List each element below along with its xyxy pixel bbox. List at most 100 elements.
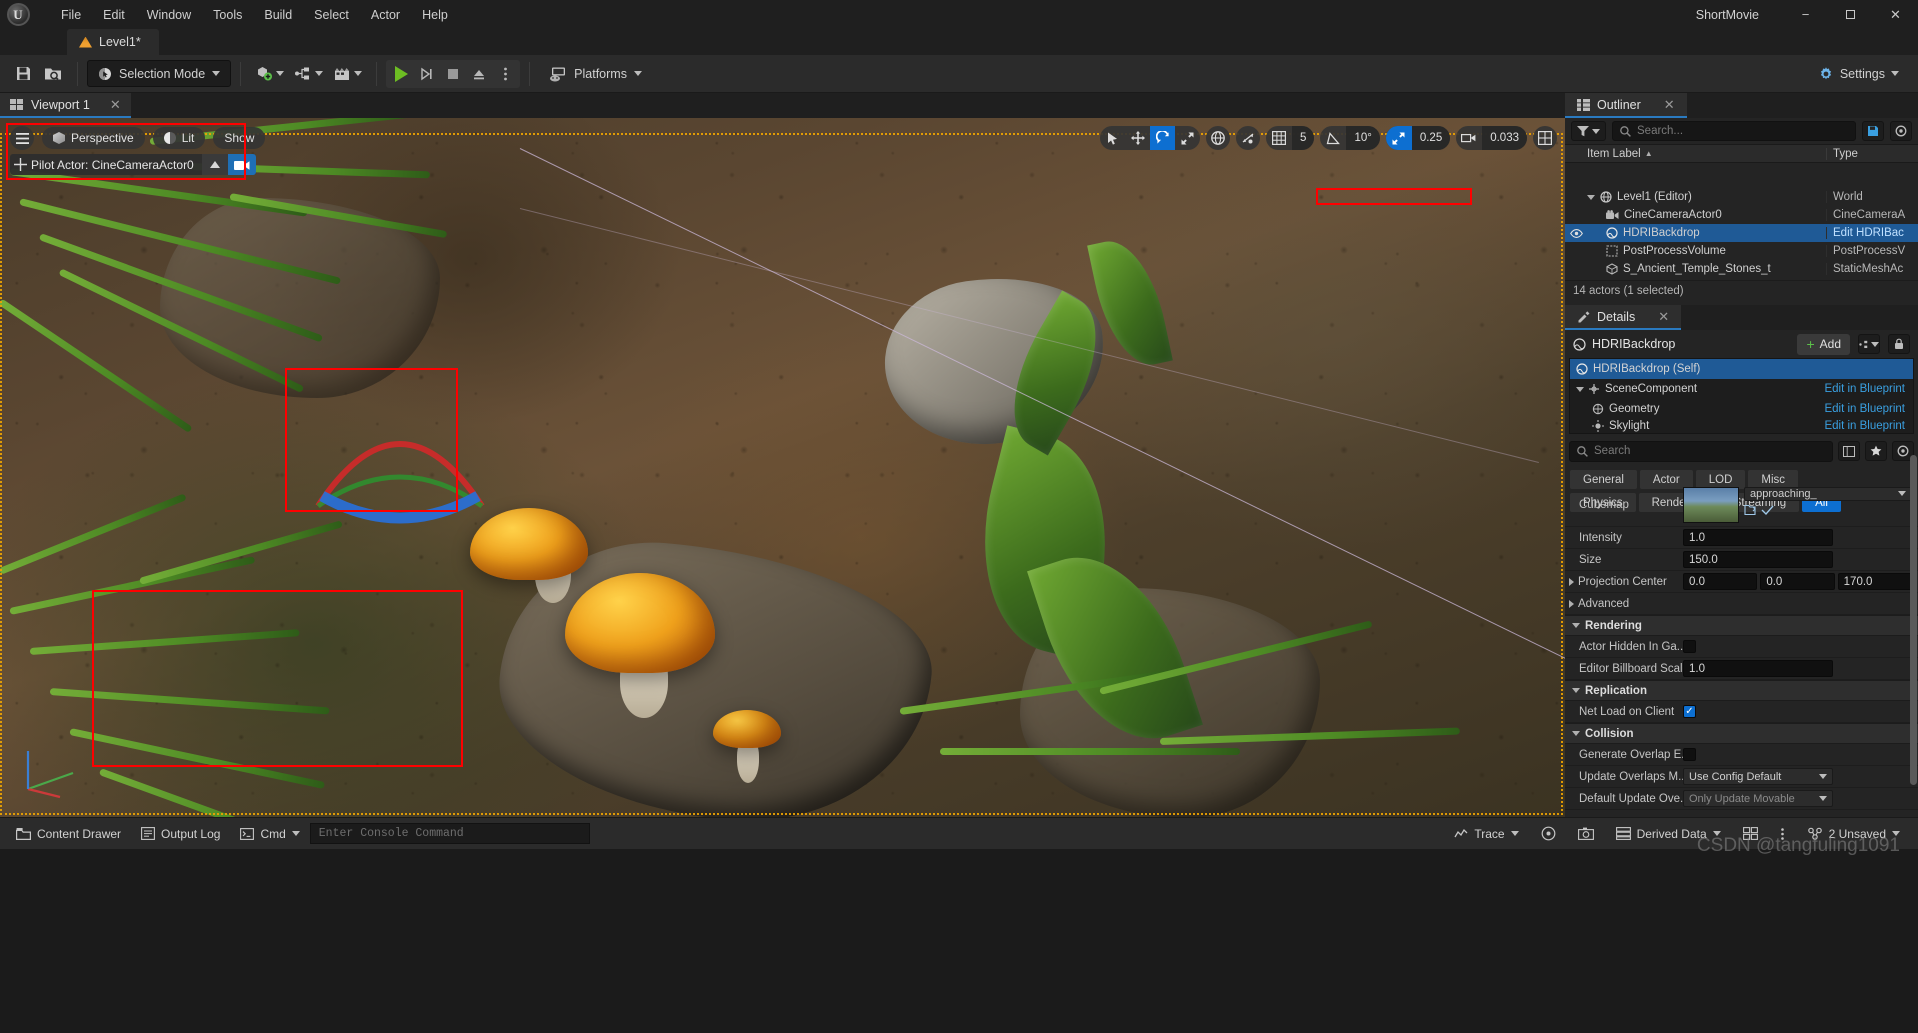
menu-file[interactable]: File	[50, 3, 92, 27]
cmd-button[interactable]: Cmd	[230, 822, 309, 846]
close-button[interactable]: ✕	[1873, 0, 1918, 29]
menu-build[interactable]: Build	[253, 3, 303, 27]
update-overlaps-combo[interactable]: Use Config Default	[1683, 768, 1833, 785]
save-as-icon[interactable]	[38, 60, 68, 88]
twirl-icon[interactable]	[1572, 731, 1580, 736]
close-icon[interactable]: ✕	[1658, 309, 1669, 325]
tab-details[interactable]: Details ✕	[1565, 305, 1682, 330]
close-icon[interactable]: ✕	[1664, 97, 1675, 113]
rotate-tool-button[interactable]	[1150, 126, 1176, 150]
actor-hidden-checkbox[interactable]	[1683, 640, 1696, 653]
scale-snap-icon[interactable]	[1385, 126, 1412, 150]
camera-speed-value[interactable]: 0.033	[1482, 126, 1527, 150]
lock-details-button[interactable]	[1888, 334, 1910, 354]
screenshot-button[interactable]	[1568, 822, 1604, 846]
platforms-button[interactable]: Platforms	[539, 60, 652, 88]
tab-outliner[interactable]: Outliner ✕	[1565, 93, 1687, 118]
add-actor-button[interactable]	[250, 60, 289, 88]
details-search-input[interactable]: Search	[1569, 440, 1833, 462]
details-scrollbar[interactable]	[1910, 455, 1917, 785]
level-tab[interactable]: Level1*	[67, 29, 159, 55]
menu-help[interactable]: Help	[411, 3, 459, 27]
cubemap-combo[interactable]: approaching_	[1744, 486, 1912, 501]
edit-blueprint-link[interactable]: Edit in Blueprint	[1824, 420, 1913, 432]
default-update-overlaps-combo[interactable]: Only Update Movable	[1683, 790, 1833, 807]
selection-mode-button[interactable]: Selection Mode	[87, 60, 232, 87]
grid-snap-value[interactable]: 5	[1292, 126, 1315, 150]
edit-blueprint-link[interactable]: Edit in Blueprint	[1824, 383, 1913, 395]
scale-tool-button[interactable]	[1175, 126, 1200, 150]
viewport-3d[interactable]: Perspective Lit Show Pilot Actor: CineCa…	[0, 118, 1565, 817]
grid-snap-group[interactable]: 5	[1266, 126, 1315, 150]
skip-button[interactable]	[415, 62, 439, 86]
angle-snap-icon[interactable]	[1320, 126, 1346, 150]
table-row[interactable]: HDRIBackdrop Edit HDRIBac	[1565, 224, 1918, 242]
cubemap-thumbnail[interactable]	[1683, 486, 1739, 523]
more-options-button[interactable]	[493, 62, 517, 86]
stop-button[interactable]	[441, 62, 465, 86]
projection-center-x[interactable]: 0.0	[1683, 573, 1758, 590]
twirl-icon[interactable]	[1576, 386, 1584, 392]
list-item[interactable]: Skylight Edit in Blueprint	[1570, 419, 1913, 433]
projection-center-y[interactable]: 0.0	[1760, 573, 1835, 590]
perspective-button[interactable]: Perspective	[42, 127, 145, 149]
show-button[interactable]: Show	[213, 127, 266, 149]
menu-actor[interactable]: Actor	[360, 3, 411, 27]
perf-button[interactable]	[1531, 822, 1566, 846]
outliner-settings-button[interactable]	[1890, 121, 1912, 141]
details-favorites-button[interactable]	[1865, 441, 1887, 461]
use-selected-icon[interactable]	[1761, 504, 1774, 516]
table-row[interactable]: CineCameraActor0 CineCameraA	[1565, 206, 1918, 224]
twirl-icon[interactable]	[1572, 688, 1580, 693]
angle-snap-group[interactable]: 10°	[1320, 126, 1380, 150]
angle-snap-value[interactable]: 10°	[1346, 126, 1380, 150]
section-replication[interactable]: Replication	[1565, 680, 1918, 701]
content-drawer-button[interactable]: Content Drawer	[6, 822, 131, 846]
translate-tool-button[interactable]	[1125, 126, 1150, 150]
tab-viewport-1[interactable]: Viewport 1 ✕	[0, 93, 131, 118]
blueprints-button[interactable]	[289, 60, 328, 88]
projection-center-z[interactable]: 170.0	[1837, 573, 1912, 590]
outliner-search-input[interactable]: Search...	[1612, 121, 1856, 141]
menu-select[interactable]: Select	[303, 3, 360, 27]
row-type[interactable]: Edit HDRIBac	[1826, 227, 1918, 239]
outliner-save-button[interactable]	[1862, 121, 1884, 141]
output-log-button[interactable]: Output Log	[131, 822, 230, 846]
maximize-button[interactable]	[1828, 0, 1873, 29]
list-item[interactable]: Geometry Edit in Blueprint	[1570, 399, 1913, 419]
table-row[interactable]: S_Ancient_Temple_Stones_t StaticMeshAc	[1565, 260, 1918, 278]
settings-button[interactable]: Settings	[1809, 60, 1908, 88]
size-input[interactable]: 150.0	[1683, 551, 1833, 568]
close-icon[interactable]: ✕	[110, 97, 121, 113]
section-collision[interactable]: Collision	[1565, 723, 1918, 744]
scale-snap-value[interactable]: 0.25	[1411, 126, 1451, 150]
eject-button[interactable]	[467, 62, 491, 86]
browse-icon[interactable]	[1744, 504, 1757, 516]
cinematics-button[interactable]	[328, 60, 367, 88]
edit-blueprint-link[interactable]: Edit in Blueprint	[1824, 403, 1913, 415]
column-item-label[interactable]: Item Label ▲	[1565, 148, 1826, 160]
view-mode-button[interactable]: Lit	[152, 127, 206, 149]
list-item[interactable]: SceneComponent Edit in Blueprint	[1570, 379, 1913, 399]
add-component-button[interactable]: + Add	[1797, 333, 1850, 355]
menu-edit[interactable]: Edit	[92, 3, 136, 27]
visibility-toggle[interactable]	[1565, 228, 1587, 238]
twirl-icon[interactable]	[1569, 599, 1574, 608]
select-tool-button[interactable]	[1100, 126, 1125, 150]
console-command-input[interactable]: Enter Console Command	[309, 823, 590, 844]
section-rendering[interactable]: Rendering	[1565, 615, 1918, 636]
minimize-button[interactable]: −	[1783, 0, 1828, 29]
column-type[interactable]: Type	[1826, 147, 1918, 160]
save-icon[interactable]	[8, 60, 38, 88]
twirl-icon[interactable]	[1587, 194, 1595, 200]
scale-snap-group[interactable]: 0.25	[1385, 126, 1451, 150]
list-item[interactable]: HDRIBackdrop (Self)	[1570, 359, 1913, 379]
grid-snap-icon[interactable]	[1266, 126, 1292, 150]
billboard-scale-input[interactable]: 1.0	[1683, 660, 1833, 677]
camera-speed-group[interactable]: 0.033	[1456, 126, 1527, 150]
property-advanced[interactable]: Advanced	[1565, 593, 1918, 615]
unreal-engine-logo[interactable]: U	[0, 0, 36, 29]
component-options-button[interactable]	[1858, 334, 1880, 354]
menu-window[interactable]: Window	[136, 3, 202, 27]
menu-tools[interactable]: Tools	[202, 3, 253, 27]
